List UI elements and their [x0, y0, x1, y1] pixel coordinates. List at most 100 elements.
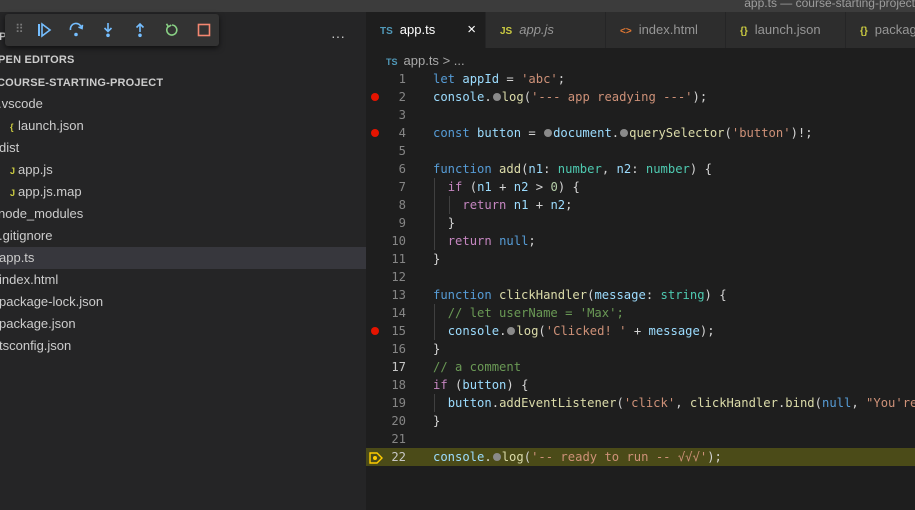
step-out-icon[interactable] — [131, 21, 149, 39]
code-editor[interactable]: 1 let appId = 'abc'; 2 console. log('--- app… — [366, 70, 915, 466]
code-token: ) { — [557, 180, 580, 194]
code-text: console. log('-- ready to run -- √√√'); — [433, 448, 722, 466]
code-text: button.addEventListener('click', clickHa… — [433, 394, 915, 412]
code-token: + — [491, 180, 514, 194]
code-token: : — [645, 288, 661, 302]
code-token: number — [645, 162, 690, 176]
tree-item[interactable]: tsconfig.json — [0, 335, 366, 357]
line-number: 17 — [391, 360, 406, 374]
restart-icon[interactable] — [163, 21, 181, 39]
code-line[interactable]: 6 function add(n1: number, n2: number) { — [366, 160, 915, 178]
code-line[interactable]: 20} — [366, 412, 915, 430]
code-text: function add(n1: number, n2: number) { — [433, 160, 712, 178]
code-line[interactable]: 2 console. log('--- app readying ---'); — [366, 88, 915, 106]
line-number: 2 — [398, 90, 406, 104]
tree-item-label: index.html — [0, 272, 59, 287]
tree-item[interactable]: package-lock.json — [0, 291, 366, 313]
tab-app-ts[interactable]: TS app.ts × — [366, 12, 486, 48]
tree-item[interactable]: dist — [0, 137, 366, 159]
inline-breakpoint-icon[interactable] — [492, 453, 501, 461]
inline-breakpoint-icon[interactable] — [492, 93, 501, 101]
tab-index-html[interactable]: <> index.html — [606, 12, 726, 48]
tab-package-json[interactable]: {} package.json — [846, 12, 915, 48]
tab-app-js[interactable]: JS app.js — [486, 12, 606, 48]
inline-breakpoint-icon[interactable] — [507, 327, 516, 335]
window-title: app.ts — course-starting-project — [744, 0, 915, 10]
code-token: "You're — [866, 396, 915, 410]
inline-breakpoint-icon[interactable] — [620, 129, 629, 137]
tree-item[interactable]: .gitignore — [0, 225, 366, 247]
tab-launch-json[interactable]: {} launch.json — [726, 12, 846, 48]
code-text: } — [433, 340, 440, 358]
code-token: 0 — [550, 180, 558, 194]
code-token: ); — [707, 450, 722, 464]
tree-item-label: tsconfig.json — [0, 338, 72, 353]
code-token: ( — [523, 450, 532, 464]
tree-item[interactable]: Japp.js — [0, 159, 366, 181]
code-line[interactable]: 12 — [366, 268, 915, 286]
code-line[interactable]: 8 return n1 + n2; — [366, 196, 915, 214]
project-folder-header[interactable]: COURSE-STARTING-PROJECT — [0, 72, 363, 94]
code-line[interactable]: 3 — [366, 106, 915, 124]
code-token: bind — [785, 396, 815, 410]
breadcrumb-more[interactable]: ... — [454, 53, 465, 68]
code-token: n1 — [513, 198, 529, 212]
code-line[interactable]: 10 return null; — [366, 232, 915, 250]
code-token: function — [433, 162, 492, 176]
drag-handle-icon[interactable]: ⠿ — [15, 22, 24, 36]
line-number: 21 — [391, 432, 406, 446]
code-line[interactable]: 5 — [366, 142, 915, 160]
code-token: ( — [538, 324, 546, 338]
tree-item[interactable]: app.ts — [0, 247, 366, 269]
line-number: 6 — [398, 162, 406, 176]
code-token: string — [660, 288, 705, 302]
tree-item[interactable]: .vscode — [0, 93, 366, 115]
open-editors-header[interactable]: PEN EDITORS — [0, 49, 364, 71]
file-type-icon: { — [10, 122, 14, 132]
code-token: } — [433, 414, 441, 428]
tree-item-label: .vscode — [0, 96, 43, 111]
line-number: 10 — [391, 234, 406, 248]
breadcrumb: TS app.ts > ... — [386, 52, 465, 70]
code-line[interactable]: 14 // let userName = 'Max'; — [366, 304, 915, 322]
breadcrumb-file[interactable]: app.ts — [404, 53, 439, 68]
tree-item-label: .gitignore — [0, 228, 53, 243]
inline-breakpoint-icon[interactable] — [544, 129, 553, 137]
line-number: 18 — [391, 378, 406, 392]
code-line[interactable]: 9 } — [366, 214, 915, 232]
code-line[interactable]: 16} — [366, 340, 915, 358]
tree-item[interactable]: Japp.js.map — [0, 181, 366, 203]
code-line[interactable]: 15 console. log('Clicked! ' + message); — [366, 322, 915, 340]
step-into-icon[interactable] — [99, 21, 117, 39]
code-token: n2 — [550, 198, 566, 212]
code-line[interactable]: 19 button.addEventListener('click', clic… — [366, 394, 915, 412]
code-line[interactable]: 4 const button = document. querySelector('… — [366, 124, 915, 142]
tree-item[interactable]: {launch.json — [0, 115, 366, 137]
code-text: return n1 + n2; — [433, 196, 572, 214]
tree-item[interactable]: index.html — [0, 269, 366, 291]
more-actions-button[interactable]: ··· — [331, 28, 345, 44]
code-token: null — [821, 396, 852, 410]
code-line[interactable]: 22 console. log('-- ready to run -- √√√'); — [366, 448, 915, 466]
code-line[interactable]: 7 if (n1 + n2 > 0) { — [366, 178, 915, 196]
tab-label: launch.json — [754, 22, 821, 37]
stop-icon[interactable] — [195, 21, 213, 39]
code-token: null — [499, 234, 529, 248]
code-line[interactable]: 13 function clickHandler(message: string)… — [366, 286, 915, 304]
code-token: ); — [699, 324, 715, 338]
tree-item[interactable]: package.json — [0, 313, 366, 335]
close-icon[interactable]: × — [467, 12, 476, 48]
code-line[interactable]: 11} — [366, 250, 915, 268]
code-line[interactable]: 21 — [366, 430, 915, 448]
line-number: 19 — [391, 396, 406, 410]
code-line[interactable]: 17 // a comment — [366, 358, 915, 376]
tree-item[interactable]: node_modules — [0, 203, 366, 225]
code-line[interactable]: 1 let appId = 'abc'; — [366, 70, 915, 88]
code-text: let appId = 'abc'; — [433, 70, 565, 88]
continue-icon[interactable] — [35, 21, 53, 39]
step-over-icon[interactable] — [67, 21, 85, 39]
code-token: n2 — [616, 162, 632, 176]
code-line[interactable]: 18 if (button) { — [366, 376, 915, 394]
